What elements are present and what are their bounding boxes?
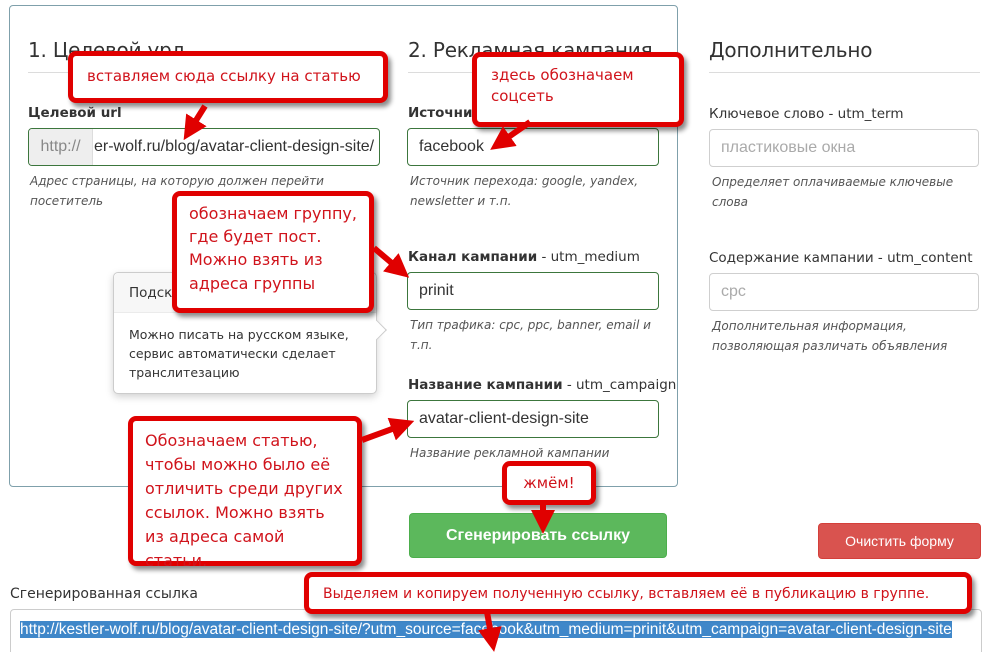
utm-medium-input[interactable]: prinit — [407, 272, 659, 310]
section-title-extra: Дополнительно — [709, 38, 873, 62]
utm-medium-value: prinit — [419, 282, 454, 299]
target-url-input[interactable]: http:// er-wolf.ru/blog/avatar-client-de… — [28, 128, 380, 166]
utm-source-value: facebook — [419, 138, 484, 155]
utm-campaign-hint: Название рекламной кампании — [410, 446, 610, 460]
content-label-rest: - utm_content — [873, 250, 973, 266]
utm-content-input[interactable]: cpc — [709, 273, 979, 311]
utm-source-input[interactable]: facebook — [407, 128, 659, 166]
generated-link-field[interactable]: http://kestler-wolf.ru/blog/avatar-clien… — [10, 609, 982, 652]
term-label: Ключевое слово - utm_term — [709, 106, 903, 122]
target-url-label: Целевой url — [28, 105, 122, 121]
annotation-copy: Выделяем и копируем полученную ссылку, в… — [304, 572, 972, 614]
target-url-value: er-wolf.ru/blog/avatar-client-design-sit… — [94, 138, 375, 155]
term-label-bold: Ключевое слово — [709, 106, 825, 122]
utm-content-placeholder: cpc — [721, 283, 746, 300]
generate-link-button[interactable]: Сгенерировать ссылку — [409, 513, 667, 558]
utm-source-hint: Источник перехода: google, yandex, newsl… — [410, 174, 639, 208]
campaign-label-rest: - utm_campaign — [562, 377, 677, 393]
annotation-press: жмём! — [502, 461, 596, 505]
annotation-group: обозначаем группу, где будет пост. Можно… — [172, 191, 374, 313]
annotation-url: вставляем сюда ссылку на статью — [68, 51, 388, 103]
utm-medium-hint: Тип трафика: cpc, ppc, banner, email и т… — [410, 318, 651, 352]
utm-content-hint: Дополнительная информация, позволяющая р… — [712, 319, 948, 353]
annotation-article: Обозначаем статью, чтобы можно было её о… — [128, 416, 362, 570]
content-label: Содержание кампании - utm_content — [709, 250, 973, 266]
campaign-label-bold: Название кампании — [408, 377, 563, 393]
utm-campaign-value: avatar-client-design-site — [419, 410, 589, 427]
popover-body: Можно писать на русском языке, сервис ав… — [129, 327, 349, 380]
target-url-label-text: Целевой url — [28, 105, 122, 121]
divider — [709, 72, 980, 73]
utm-term-hint: Определяет оплачиваемые ключевые слова — [712, 175, 954, 209]
term-label-rest: - utm_term — [824, 106, 904, 122]
medium-label-bold: Канал кампании — [408, 249, 538, 265]
url-prefix-addon: http:// — [29, 129, 93, 165]
result-label: Сгенерированная ссылка — [10, 586, 198, 602]
clear-form-button[interactable]: Очистить форму — [818, 523, 981, 559]
content-label-bold: Содержание кампании — [709, 250, 874, 266]
campaign-label: Название кампании - utm_campaign — [408, 377, 676, 393]
generated-link-text: http://kestler-wolf.ru/blog/avatar-clien… — [20, 621, 952, 638]
utm-campaign-input[interactable]: avatar-client-design-site — [407, 400, 659, 438]
medium-label-rest: - utm_medium — [537, 249, 640, 265]
annotation-social: здесь обозначаем соцсеть — [472, 52, 684, 127]
utm-term-input[interactable]: пластиковые окна — [709, 129, 979, 167]
medium-label: Канал кампании - utm_medium — [408, 249, 640, 265]
source-label-bold: Источник — [408, 105, 482, 121]
utm-term-placeholder: пластиковые окна — [721, 139, 856, 156]
